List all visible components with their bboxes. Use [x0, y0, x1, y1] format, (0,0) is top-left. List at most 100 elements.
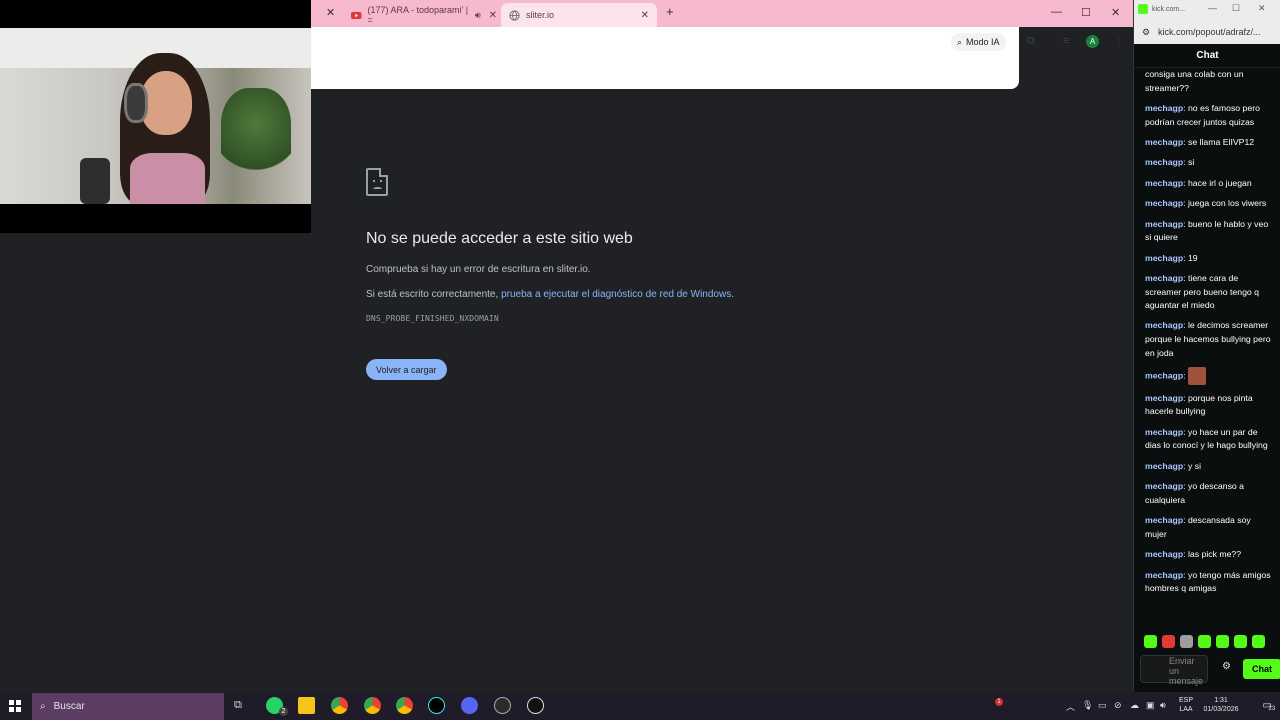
new-tab-button[interactable]: +	[666, 4, 674, 19]
screen: ✕ (177) ARA - todoparami' | = 🔊︎ ✕ slite…	[0, 0, 1280, 720]
chat-username[interactable]: mechagp	[1145, 137, 1183, 147]
chat-input[interactable]: Enviar un mensaje	[1140, 655, 1208, 686]
emote-icon[interactable]	[1144, 635, 1157, 648]
search-sparkle-icon: ⌕	[957, 36, 963, 47]
tab-label: (177) ARA - todoparami' | =	[367, 5, 469, 25]
tab-label: sliter.io	[526, 10, 555, 20]
notification-center-icon[interactable]: ▭ 23	[1263, 700, 1276, 712]
chat-text: juega con los viwers	[1187, 198, 1267, 209]
error-code: DNS_PROBE_FINISHED_NXDOMAIN	[366, 314, 499, 323]
chat-username[interactable]: mechagp	[1145, 219, 1183, 229]
chat-message: mechagp: se llama ElIVP12	[1145, 136, 1273, 150]
close-icon[interactable]: ✕	[641, 10, 649, 21]
chat-text: y si	[1187, 460, 1201, 471]
error-line-2-text: Si está escrito correctamente,	[366, 289, 502, 300]
gear-icon[interactable]: ⚙	[1222, 661, 1231, 672]
speaker-icon[interactable]: 🔊︎	[475, 10, 481, 21]
chat-username[interactable]: mechagp	[1145, 461, 1183, 471]
send-chat-button[interactable]: Chat	[1243, 659, 1280, 679]
chat-message: mechagp: yo descanso a cualquiera	[1145, 480, 1273, 507]
taskbar-search[interactable]: ⌕ Buscar	[32, 693, 224, 720]
close-icon[interactable]: ✕	[326, 6, 335, 19]
media-control-icon[interactable]: ≡	[1063, 35, 1069, 47]
language-indicator[interactable]: ESP LAA	[1174, 696, 1198, 714]
site-settings-icon[interactable]: ⚙	[1142, 27, 1150, 38]
lang-layout: LAA	[1179, 706, 1193, 713]
file-explorer-icon[interactable]	[298, 697, 315, 714]
app-icon[interactable]	[527, 697, 544, 714]
notif-count: 23	[1268, 706, 1276, 712]
tab-youtube[interactable]: (177) ARA - todoparami' | = 🔊︎ ✕	[347, 3, 497, 27]
globe-icon	[509, 9, 520, 21]
display-icon[interactable]: ▣	[1146, 700, 1155, 711]
emote-icon[interactable]	[1180, 635, 1193, 648]
chat-username[interactable]: mechagp	[1145, 103, 1183, 113]
chat-username[interactable]: mechagp	[1145, 253, 1183, 263]
chat-username[interactable]: mechagp	[1145, 549, 1183, 559]
emote-icon[interactable]	[1216, 635, 1229, 648]
profile-avatar[interactable]: A	[1086, 35, 1099, 48]
tab-sliter[interactable]: sliter.io ✕	[501, 3, 657, 27]
chat-username[interactable]: mechagp	[1145, 157, 1183, 167]
chat-text: 19	[1187, 252, 1198, 263]
extensions-icon[interactable]: ⧉	[1027, 35, 1035, 48]
chevron-up-icon[interactable]: ︿	[1066, 700, 1075, 713]
menu-icon[interactable]: ⋮	[1113, 35, 1124, 48]
browser-toolbar: ⌕ Modo IA	[311, 27, 1019, 89]
tiktok-icon[interactable]	[428, 697, 445, 714]
lang-code: ESP	[1178, 697, 1193, 704]
battery-icon[interactable]: ▭	[1098, 700, 1107, 711]
taskbar: ⌕ Buscar ⧉ 2 1 ︿ 🎙︎ ▭ ⊘ ☁︎ ▣ 🔊︎ ESP LAA …	[0, 692, 1280, 720]
chat-username[interactable]: mechagp	[1145, 515, 1183, 525]
emote-bar	[1144, 635, 1274, 648]
chat-username[interactable]: mechagp	[1145, 370, 1183, 380]
kick-address-bar[interactable]: ⚙ kick.com/popout/adrafz/...	[1134, 20, 1280, 44]
emote-icon[interactable]	[1234, 635, 1247, 648]
plant-image	[221, 88, 291, 178]
chrome-icon[interactable]	[364, 697, 381, 714]
maximize-icon[interactable]: ☐	[1081, 6, 1091, 19]
error-line-2: Si está escrito correctamente, prueba a …	[366, 289, 966, 300]
clock-date: 01/03/2026	[1203, 706, 1239, 713]
network-off-icon[interactable]: ⊘	[1114, 700, 1122, 711]
minimize-icon[interactable]: —	[1208, 3, 1217, 13]
chat-username[interactable]: mechagp	[1145, 178, 1183, 188]
close-window-icon[interactable]: ✕	[1258, 3, 1266, 14]
chat-username[interactable]: mechagp	[1145, 427, 1183, 437]
chat-message: mechagp: yo hace un par de dias lo conoc…	[1145, 426, 1273, 453]
chat-username[interactable]: mechagp	[1145, 570, 1183, 580]
emote-icon[interactable]	[1252, 635, 1265, 648]
task-view-icon[interactable]: ⧉	[234, 699, 242, 712]
chrome-icon[interactable]	[396, 697, 413, 714]
reload-button[interactable]: Volver a cargar	[366, 359, 447, 380]
chat-message: mechagp: tiene cara de screamer pero bue…	[1145, 272, 1273, 313]
emote-icon[interactable]	[1198, 635, 1211, 648]
close-icon[interactable]: ✕	[489, 10, 497, 21]
chat-message: mechagp:	[1145, 367, 1273, 386]
mic-icon[interactable]: 🎙︎	[1082, 700, 1093, 711]
kick-titlebar: kick.com... — ☐ ✕	[1134, 0, 1280, 20]
emote-icon[interactable]	[1162, 635, 1175, 648]
error-line-1: Comprueba si hay un error de escritura e…	[366, 264, 591, 275]
modo-ia-button[interactable]: ⌕ Modo IA	[951, 33, 1006, 51]
obs-icon[interactable]	[494, 697, 511, 714]
diagnostics-link[interactable]: prueba a ejecutar el diagnóstico de red …	[501, 289, 731, 300]
chat-username[interactable]: mechagp	[1145, 481, 1183, 491]
close-window-icon[interactable]: ✕	[1111, 6, 1120, 19]
chat-message: consiga una colab con un streamer??	[1145, 68, 1273, 95]
chat-username[interactable]: mechagp	[1145, 273, 1183, 283]
chat-username[interactable]: mechagp	[1145, 198, 1183, 208]
clock[interactable]: 1:31 01/03/2026	[1198, 696, 1244, 714]
discord-icon[interactable]	[461, 697, 478, 714]
error-line-2-suffix: .	[731, 289, 734, 300]
cloud-icon[interactable]: ☁︎	[1130, 700, 1139, 711]
chrome-icon[interactable]	[331, 697, 348, 714]
maximize-icon[interactable]: ☐	[1232, 3, 1240, 14]
chat-text: consiga una colab con un streamer??	[1145, 69, 1244, 93]
chat-message: mechagp: las pick me??	[1145, 548, 1273, 562]
chat-username[interactable]: mechagp	[1145, 320, 1183, 330]
emote-icon	[1187, 367, 1206, 386]
windows-start-icon[interactable]	[9, 700, 21, 712]
chat-username[interactable]: mechagp	[1145, 393, 1183, 403]
minimize-icon[interactable]: —	[1051, 6, 1062, 18]
